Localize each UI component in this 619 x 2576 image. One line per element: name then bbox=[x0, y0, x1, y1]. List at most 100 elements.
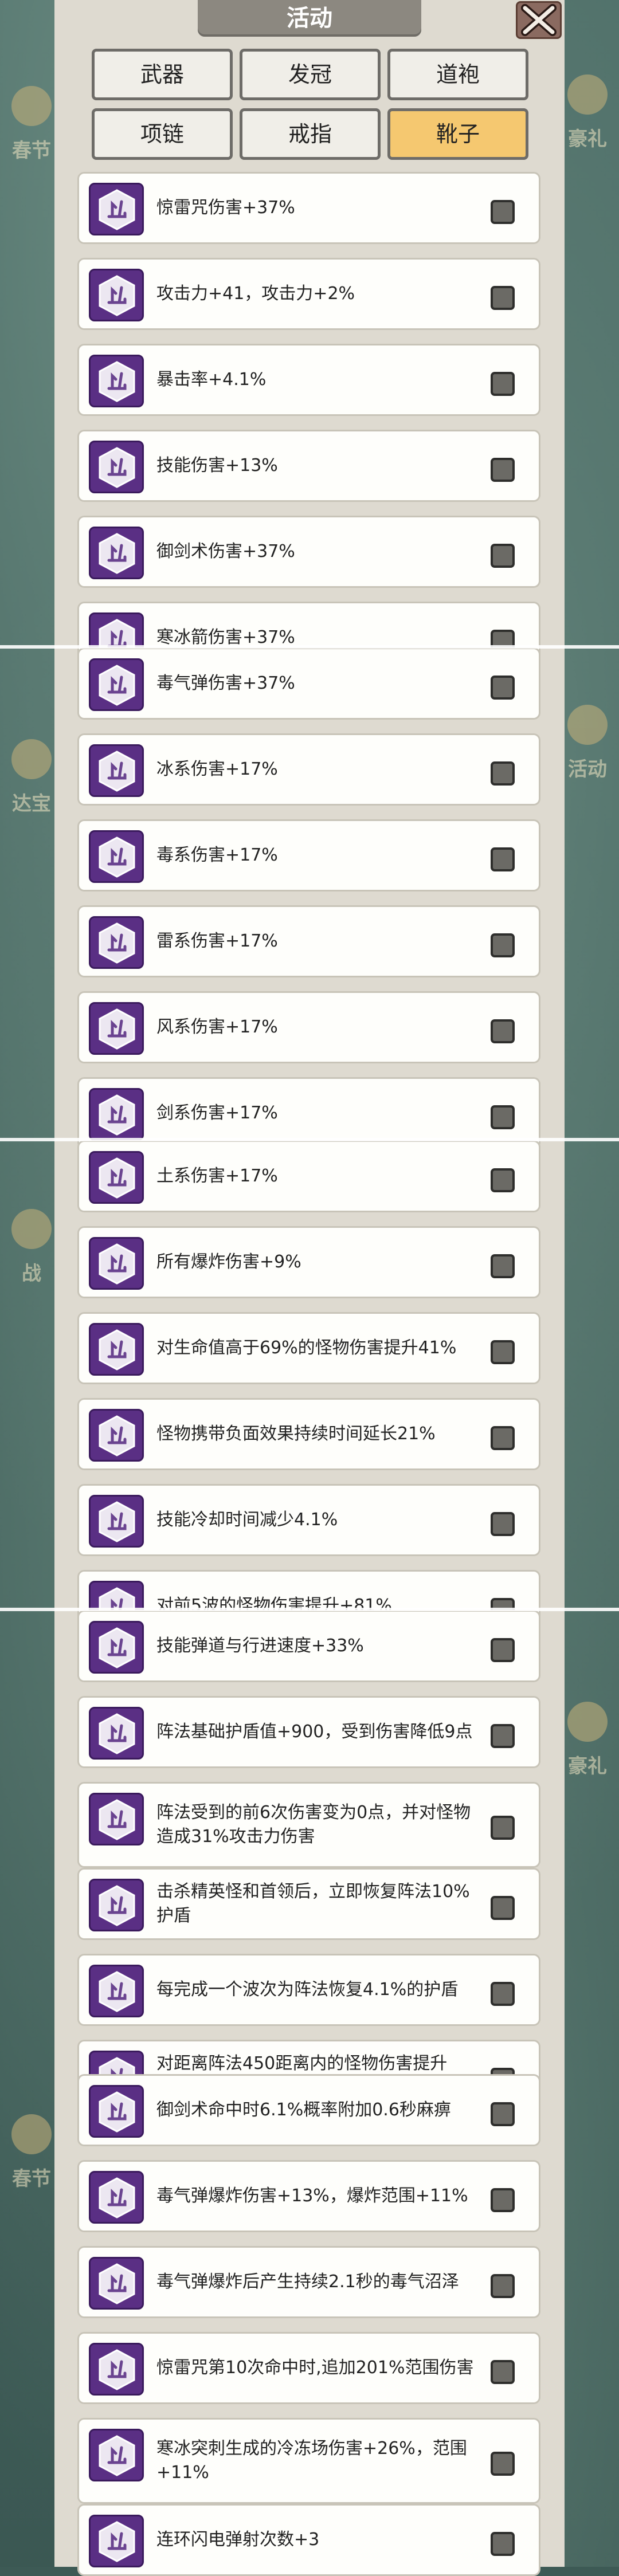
select-checkbox[interactable] bbox=[491, 1105, 515, 1129]
attribute-text: 风系伤害+17% bbox=[156, 1017, 278, 1037]
attribute-text: 技能弹道与行进速度+33% bbox=[156, 1636, 364, 1656]
attribute-text: 御剑术伤害+37% bbox=[156, 541, 295, 561]
select-checkbox[interactable] bbox=[491, 2274, 515, 2298]
select-checkbox[interactable] bbox=[491, 933, 515, 957]
attribute-text: 攻击力+41，攻击力+2% bbox=[156, 284, 355, 304]
close-icon bbox=[521, 4, 557, 36]
select-checkbox[interactable] bbox=[491, 1638, 515, 1662]
purple-rune-gem-icon bbox=[89, 2429, 144, 2481]
purple-rune-gem-icon bbox=[89, 2085, 144, 2138]
attribute-text: 每完成一个波次为阵法恢复4.1%的护盾 bbox=[156, 1980, 459, 2000]
select-checkbox[interactable] bbox=[491, 458, 515, 482]
select-checkbox[interactable] bbox=[491, 1896, 515, 1920]
tab-crown[interactable]: 发冠 bbox=[240, 49, 381, 100]
attribute-row: 暴击率+4.1% bbox=[77, 344, 540, 416]
attribute-text: 所有爆炸伤害+9% bbox=[156, 1252, 301, 1272]
attribute-text: 御剑术命中时6.1%概率附加0.6秒麻痹 bbox=[156, 2100, 451, 2120]
select-checkbox[interactable] bbox=[491, 2532, 515, 2556]
select-checkbox[interactable] bbox=[491, 544, 515, 568]
select-checkbox[interactable] bbox=[491, 286, 515, 310]
attribute-row: 御剑术命中时6.1%概率附加0.6秒麻痹 bbox=[77, 2074, 540, 2146]
tab-weapon[interactable]: 武器 bbox=[92, 49, 233, 100]
purple-rune-gem-icon bbox=[89, 1323, 144, 1376]
purple-rune-gem-icon bbox=[89, 2515, 144, 2567]
attribute-row: 技能冷却时间减少4.1% bbox=[77, 1484, 540, 1556]
attribute-text: 击杀精英怪和首领后，立即恢复阵法10%护盾 bbox=[156, 1882, 470, 1926]
attribute-text: 毒气弹爆炸伤害+13%，爆炸范围+11% bbox=[156, 2186, 468, 2206]
select-checkbox[interactable] bbox=[491, 2188, 515, 2212]
select-checkbox[interactable] bbox=[491, 1724, 515, 1748]
attribute-row: 雷系伤害+17% bbox=[77, 905, 540, 977]
side-banner: 战 bbox=[0, 1203, 63, 1306]
attribute-text: 寒冰突刺生成的冷冻场伤害+26%，范围+11% bbox=[156, 2438, 467, 2483]
select-checkbox[interactable] bbox=[491, 1512, 515, 1536]
attribute-text: 暴击率+4.1% bbox=[156, 370, 267, 390]
attribute-row: 技能伤害+13% bbox=[77, 430, 540, 502]
purple-rune-gem-icon bbox=[89, 2257, 144, 2310]
side-banner: 活动 bbox=[556, 699, 619, 802]
tab-boots[interactable]: 靴子 bbox=[387, 108, 528, 160]
purple-rune-gem-icon bbox=[89, 744, 144, 797]
purple-rune-gem-icon bbox=[89, 441, 144, 493]
purple-rune-gem-icon bbox=[89, 2343, 144, 2396]
attribute-text: 阵法受到的前6次伤害变为0点，并对怪物造成31%攻击力伤害 bbox=[156, 1803, 471, 1847]
attribute-row: 毒气弹爆炸后产生持续2.1秒的毒气沼泽 bbox=[77, 2246, 540, 2318]
select-checkbox[interactable] bbox=[491, 847, 515, 871]
attribute-row: 技能弹道与行进速度+33% bbox=[77, 1610, 540, 1682]
attribute-row: 惊雷咒伤害+37% bbox=[77, 172, 540, 244]
attribute-row: 对生命值高于69%的怪物伤害提升41% bbox=[77, 1312, 540, 1384]
close-button[interactable] bbox=[516, 1, 562, 39]
select-checkbox[interactable] bbox=[491, 1982, 515, 2006]
purple-rune-gem-icon bbox=[89, 1793, 144, 1845]
tab-necklace[interactable]: 项链 bbox=[92, 108, 233, 160]
attribute-row: 每完成一个波次为阵法恢复4.1%的护盾 bbox=[77, 1954, 540, 2026]
attribute-row: 怪物携带负面效果持续时间延长21% bbox=[77, 1398, 540, 1470]
select-checkbox[interactable] bbox=[491, 2102, 515, 2126]
attribute-row: 寒冰突刺生成的冷冻场伤害+26%，范围+11% bbox=[77, 2418, 540, 2504]
select-checkbox[interactable] bbox=[491, 761, 515, 786]
attribute-text: 毒气弹伤害+37% bbox=[156, 673, 295, 693]
attribute-text: 惊雷咒第10次命中时,追加201%范围伤害 bbox=[156, 2358, 474, 2378]
select-checkbox[interactable] bbox=[491, 1816, 515, 1840]
side-banner: 豪礼 bbox=[556, 69, 619, 172]
attribute-row: 风系伤害+17% bbox=[77, 991, 540, 1063]
select-checkbox[interactable] bbox=[491, 372, 515, 396]
purple-rune-gem-icon bbox=[89, 1088, 144, 1141]
attribute-row: 攻击力+41，攻击力+2% bbox=[77, 258, 540, 330]
purple-rune-gem-icon bbox=[89, 269, 144, 321]
attribute-row: 毒气弹爆炸伤害+13%，爆炸范围+11% bbox=[77, 2160, 540, 2232]
select-checkbox[interactable] bbox=[491, 1426, 515, 1450]
attribute-row: 毒气弹伤害+37% bbox=[77, 647, 540, 720]
attribute-text: 对生命值高于69%的怪物伤害提升41% bbox=[156, 1338, 457, 1358]
select-checkbox[interactable] bbox=[491, 1254, 515, 1278]
attribute-row: 所有爆炸伤害+9% bbox=[77, 1226, 540, 1298]
purple-rune-gem-icon bbox=[89, 1409, 144, 1462]
attribute-text: 土系伤害+17% bbox=[156, 1166, 278, 1186]
stitch-divider bbox=[0, 1608, 619, 1611]
attribute-row: 阵法受到的前6次伤害变为0点，并对怪物造成31%攻击力伤害 bbox=[77, 1782, 540, 1868]
attribute-text: 阵法基础护盾值+900，受到伤害降低9点 bbox=[156, 1722, 473, 1742]
tab-robe[interactable]: 道袍 bbox=[387, 49, 528, 100]
attribute-text: 毒系伤害+17% bbox=[156, 845, 278, 865]
select-checkbox[interactable] bbox=[491, 2452, 515, 2476]
select-checkbox[interactable] bbox=[491, 2360, 515, 2384]
select-checkbox[interactable] bbox=[491, 200, 515, 224]
side-banner: 春节 bbox=[0, 80, 63, 183]
attribute-row: 御剑术伤害+37% bbox=[77, 516, 540, 588]
side-banner: 豪礼 bbox=[556, 1696, 619, 1799]
select-checkbox[interactable] bbox=[491, 1340, 515, 1364]
purple-rune-gem-icon bbox=[89, 916, 144, 969]
select-checkbox[interactable] bbox=[491, 676, 515, 700]
purple-rune-gem-icon bbox=[89, 2171, 144, 2224]
attribute-row: 毒系伤害+17% bbox=[77, 819, 540, 892]
purple-rune-gem-icon bbox=[89, 1495, 144, 1548]
attribute-row: 冰系伤害+17% bbox=[77, 733, 540, 806]
attribute-text: 连环闪电弹射次数+3 bbox=[156, 2530, 320, 2550]
attribute-text: 雷系伤害+17% bbox=[156, 931, 278, 951]
tab-ring[interactable]: 戒指 bbox=[240, 108, 381, 160]
select-checkbox[interactable] bbox=[491, 1168, 515, 1192]
purple-rune-gem-icon bbox=[89, 1002, 144, 1055]
side-banner: 春节 bbox=[0, 2108, 63, 2212]
select-checkbox[interactable] bbox=[491, 1019, 515, 1043]
purple-rune-gem-icon bbox=[89, 1621, 144, 1674]
